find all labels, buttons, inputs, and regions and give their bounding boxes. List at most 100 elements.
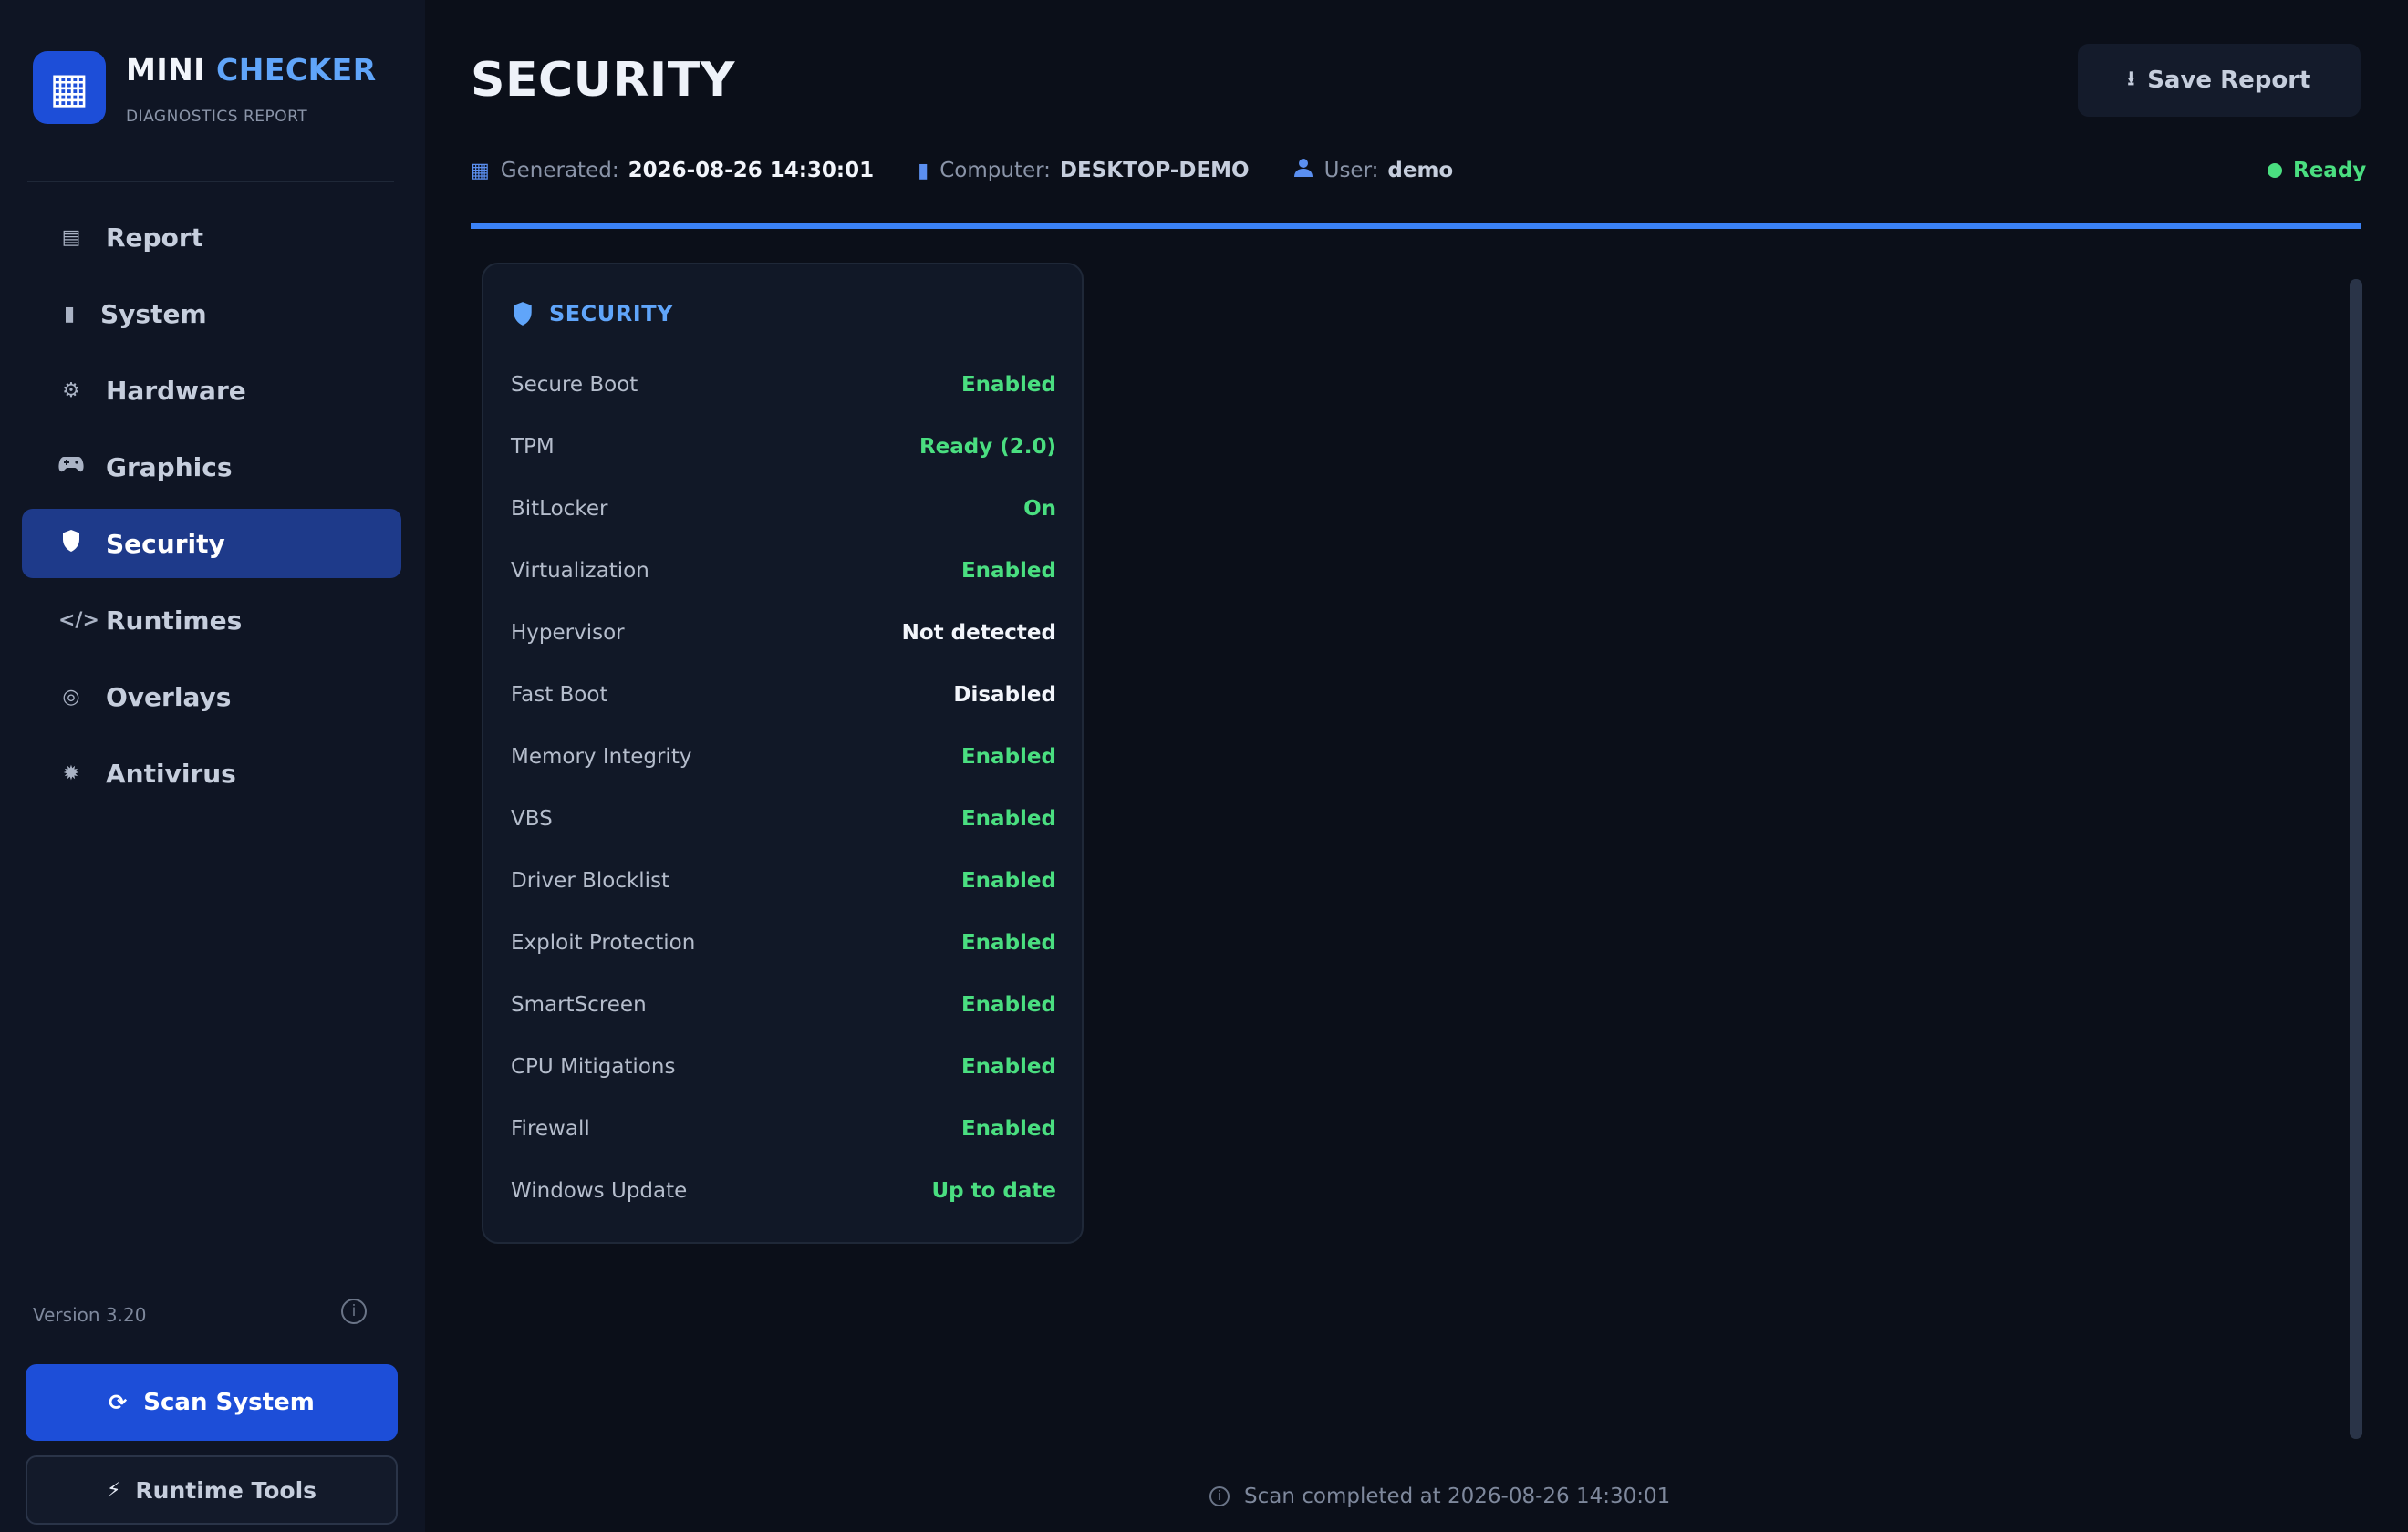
document-icon: ▤ (61, 225, 81, 249)
user-icon (1293, 158, 1313, 183)
info-icon[interactable]: i (341, 1299, 367, 1324)
sidebar-item-system[interactable]: ▮ System (22, 279, 401, 348)
app-subtitle: DIAGNOSTICS REPORT (126, 108, 308, 126)
computer-meta: ▮ Computer: DESKTOP-DEMO (918, 159, 1250, 182)
setting-label: Memory Integrity (511, 745, 692, 769)
setting-value: Enabled (960, 745, 1056, 769)
sidebar-item-runtimes[interactable]: </> Runtimes (22, 585, 401, 655)
list-item: Windows Update Up to date (511, 1160, 1056, 1222)
list-item: Exploit Protection Enabled (511, 912, 1056, 974)
setting-label: Windows Update (511, 1179, 688, 1203)
status-footer: i Scan completed at 2026-08-26 14:30:01 (1209, 1485, 1670, 1508)
bug-icon: ✹ (62, 761, 80, 785)
setting-label: VBS (511, 807, 553, 831)
status-badge: Ready (2268, 159, 2366, 182)
setting-value: Disabled (953, 683, 1056, 707)
setting-value: Enabled (960, 559, 1056, 583)
app-title: MINI CHECKER (126, 52, 377, 88)
setting-label: Hypervisor (511, 621, 625, 645)
list-item: BitLocker On (511, 478, 1056, 540)
list-item: Firewall Enabled (511, 1098, 1056, 1160)
sidebar-item-label: Antivirus (106, 758, 236, 789)
progress-bar (471, 223, 2361, 229)
sidebar-nav: ▤ Report ▮ System ⚙ Hardware Graphics Se… (22, 202, 401, 815)
list-item: Memory Integrity Enabled (511, 726, 1056, 788)
refresh-icon: ⟳ (109, 1390, 128, 1415)
grid-icon: ▦ (33, 51, 106, 124)
list-item: Driver Blocklist Enabled (511, 850, 1056, 912)
setting-label: Secure Boot (511, 373, 638, 397)
sidebar-item-label: System (100, 298, 207, 329)
setting-value: Enabled (960, 993, 1056, 1017)
list-item: Fast Boot Disabled (511, 664, 1056, 726)
setting-value: Enabled (960, 869, 1056, 893)
generated-meta: ▦ Generated: 2026-08-26 14:30:01 (471, 159, 875, 182)
sidebar-item-label: Security (106, 528, 225, 559)
download-icon: ⭳ (2127, 67, 2135, 90)
sidebar-item-overlays[interactable]: ◎ Overlays (22, 662, 401, 731)
list-item: Secure Boot Enabled (511, 354, 1056, 416)
setting-label: Virtualization (511, 559, 649, 583)
brand: ▦ MINI CHECKER DIAGNOSTICS REPORT (33, 51, 377, 126)
setting-value: On (1023, 497, 1056, 521)
computer-icon: ▮ (918, 159, 929, 182)
gamepad-icon (58, 455, 84, 479)
report-meta: ▦ Generated: 2026-08-26 14:30:01 ▮ Compu… (471, 155, 1497, 186)
setting-value: Ready (2.0) (919, 435, 1056, 459)
list-item: Virtualization Enabled (511, 540, 1056, 602)
scrollbar[interactable] (2350, 279, 2362, 1439)
setting-label: BitLocker (511, 497, 608, 521)
shield-icon (511, 301, 535, 326)
list-item: CPU Mitigations Enabled (511, 1036, 1056, 1098)
sidebar-item-graphics[interactable]: Graphics (22, 432, 401, 502)
page-title: SECURITY (471, 53, 735, 108)
status-dot-icon (2268, 163, 2282, 178)
sidebar-item-security[interactable]: Security (22, 509, 401, 578)
sidebar-item-hardware[interactable]: ⚙ Hardware (22, 356, 401, 425)
version-label: Version 3.20 (33, 1304, 147, 1326)
scan-system-button[interactable]: ⟳ Scan System (26, 1364, 398, 1441)
list-item: Hypervisor Not detected (511, 602, 1056, 664)
setting-value: Enabled (960, 373, 1056, 397)
security-card: SECURITY Secure Boot Enabled TPM Ready (2.0… (482, 263, 1084, 1244)
setting-value: Up to date (931, 1179, 1056, 1203)
scrollbar-thumb[interactable] (2350, 279, 2362, 1439)
target-icon: ◎ (62, 685, 80, 709)
setting-value: Enabled (960, 1055, 1056, 1079)
user-value: demo (1387, 159, 1454, 182)
setting-value: Enabled (960, 807, 1056, 831)
card-title: SECURITY (549, 301, 673, 326)
setting-label: Exploit Protection (511, 931, 696, 955)
setting-label: Firewall (511, 1117, 590, 1141)
setting-label: Driver Blocklist (511, 869, 670, 893)
sidebar-item-label: Hardware (106, 375, 246, 406)
lightning-icon: ⚡ (106, 1478, 121, 1502)
user-meta: User: demo (1293, 158, 1454, 183)
security-list: Secure Boot Enabled TPM Ready (2.0) BitLocke… (511, 354, 1056, 1222)
card-header: SECURITY (511, 301, 673, 326)
setting-value: Enabled (960, 931, 1056, 955)
setting-value: Enabled (960, 1117, 1056, 1141)
sidebar-item-label: Overlays (106, 681, 232, 712)
list-item: SmartScreen Enabled (511, 974, 1056, 1036)
sidebar: ▦ MINI CHECKER DIAGNOSTICS REPORT ▤ Repo… (0, 0, 425, 1532)
computer-value: DESKTOP-DEMO (1059, 159, 1250, 182)
save-report-button[interactable]: ⭳ Save Report (2078, 44, 2361, 117)
list-item: VBS Enabled (511, 788, 1056, 850)
setting-label: CPU Mitigations (511, 1055, 676, 1079)
progress-fill (471, 223, 2361, 229)
sidebar-item-label: Runtimes (106, 605, 243, 636)
sidebar-item-label: Graphics (106, 451, 233, 482)
runtime-tools-button[interactable]: ⚡ Runtime Tools (26, 1455, 398, 1525)
sidebar-divider (27, 181, 394, 182)
calendar-icon: ▦ (471, 159, 490, 182)
setting-value: Not detected (901, 621, 1056, 645)
computer-tower-icon: ▮ (63, 302, 76, 326)
gear-icon: ⚙ (62, 378, 80, 402)
sidebar-item-antivirus[interactable]: ✹ Antivirus (22, 739, 401, 808)
setting-label: Fast Boot (511, 683, 608, 707)
info-icon: i (1209, 1486, 1230, 1506)
code-icon: </> (58, 608, 99, 632)
sidebar-item-report[interactable]: ▤ Report (22, 202, 401, 272)
shield-icon (58, 529, 84, 558)
